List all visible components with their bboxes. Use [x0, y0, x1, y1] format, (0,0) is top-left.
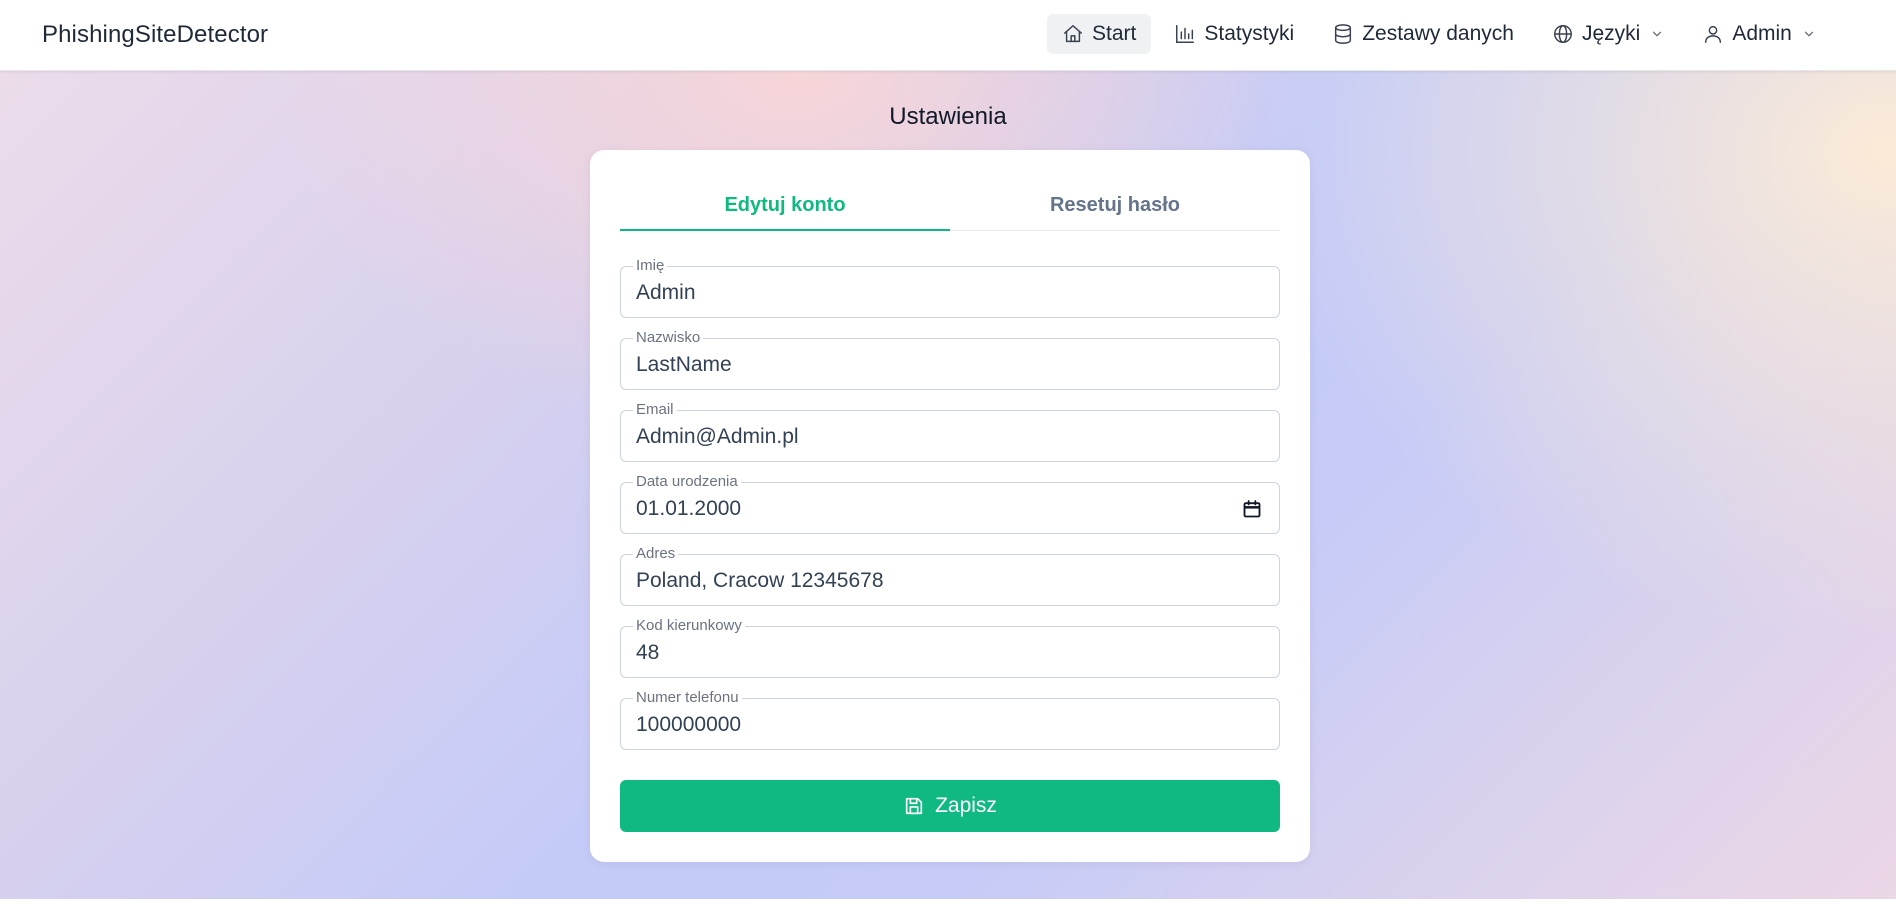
settings-tabs: Edytuj konto Resetuj hasło — [620, 190, 1280, 231]
field-label: Adres — [633, 545, 679, 563]
chevron-down-icon — [1653, 31, 1662, 37]
calendar-icon[interactable] — [1242, 499, 1262, 519]
field-label: Numer telefonu — [633, 689, 742, 707]
top-navbar: PhishingSiteDetector Start Statystyki Ze… — [0, 0, 1896, 71]
save-button-label: Zapisz — [935, 794, 997, 817]
nav-item-datasets[interactable]: Zestawy danych — [1317, 14, 1529, 54]
field-label: Data urodzenia — [633, 473, 741, 491]
nav-item-languages[interactable]: Języki — [1537, 14, 1679, 54]
tab-edit-account[interactable]: Edytuj konto — [620, 190, 950, 231]
nav-item-label: Start — [1092, 22, 1137, 45]
last-name-input[interactable] — [636, 353, 1229, 377]
database-icon — [1335, 24, 1352, 44]
field-label: Imię — [633, 257, 668, 275]
nav-item-start[interactable]: Start — [1047, 14, 1152, 54]
address-field: Adres — [620, 545, 1280, 606]
save-button[interactable]: Zapisz — [620, 780, 1280, 832]
app-brand[interactable]: PhishingSiteDetector — [42, 21, 268, 49]
nav-menu: Start Statystyki Zestawy danych Języki A… — [1047, 14, 1839, 54]
tab-reset-password[interactable]: Resetuj hasło — [950, 190, 1280, 230]
page-title: Ustawienia — [889, 103, 1007, 130]
home-icon — [1064, 25, 1082, 43]
chevron-down-icon — [1804, 31, 1814, 37]
last-name-field: Nazwisko — [620, 329, 1280, 390]
globe-icon — [1553, 25, 1572, 43]
field-label: Nazwisko — [633, 329, 704, 347]
email-input[interactable] — [636, 425, 1229, 449]
address-input[interactable] — [636, 569, 1229, 593]
nav-item-label: Języki — [1581, 22, 1641, 45]
country-code-input[interactable] — [636, 641, 1229, 665]
first-name-field: Imię — [620, 257, 1280, 318]
country-code-field: Kod kierunkowy — [620, 617, 1280, 678]
phone-number-field: Numer telefonu — [620, 689, 1280, 750]
nav-item-label: Zestawy danych — [1362, 22, 1514, 45]
email-field: Email — [620, 401, 1280, 462]
nav-item-label: Statystyki — [1204, 22, 1295, 45]
field-label: Email — [633, 401, 677, 419]
save-icon — [905, 797, 923, 815]
birth-date-field: Data urodzenia — [620, 473, 1280, 534]
bar-chart-icon — [1176, 25, 1195, 43]
phone-number-input[interactable] — [636, 713, 1229, 737]
nav-item-admin[interactable]: Admin — [1687, 14, 1831, 54]
settings-card: Edytuj konto Resetuj hasło Imię Nazwisko… — [590, 150, 1310, 862]
nav-item-label: Admin — [1732, 22, 1792, 45]
user-icon — [1705, 25, 1722, 43]
page-bottom-edge — [0, 899, 1896, 905]
nav-item-statistics[interactable]: Statystyki — [1159, 14, 1309, 54]
field-label: Kod kierunkowy — [633, 617, 745, 635]
first-name-input[interactable] — [636, 281, 1229, 305]
birth-date-input[interactable] — [636, 497, 1229, 521]
